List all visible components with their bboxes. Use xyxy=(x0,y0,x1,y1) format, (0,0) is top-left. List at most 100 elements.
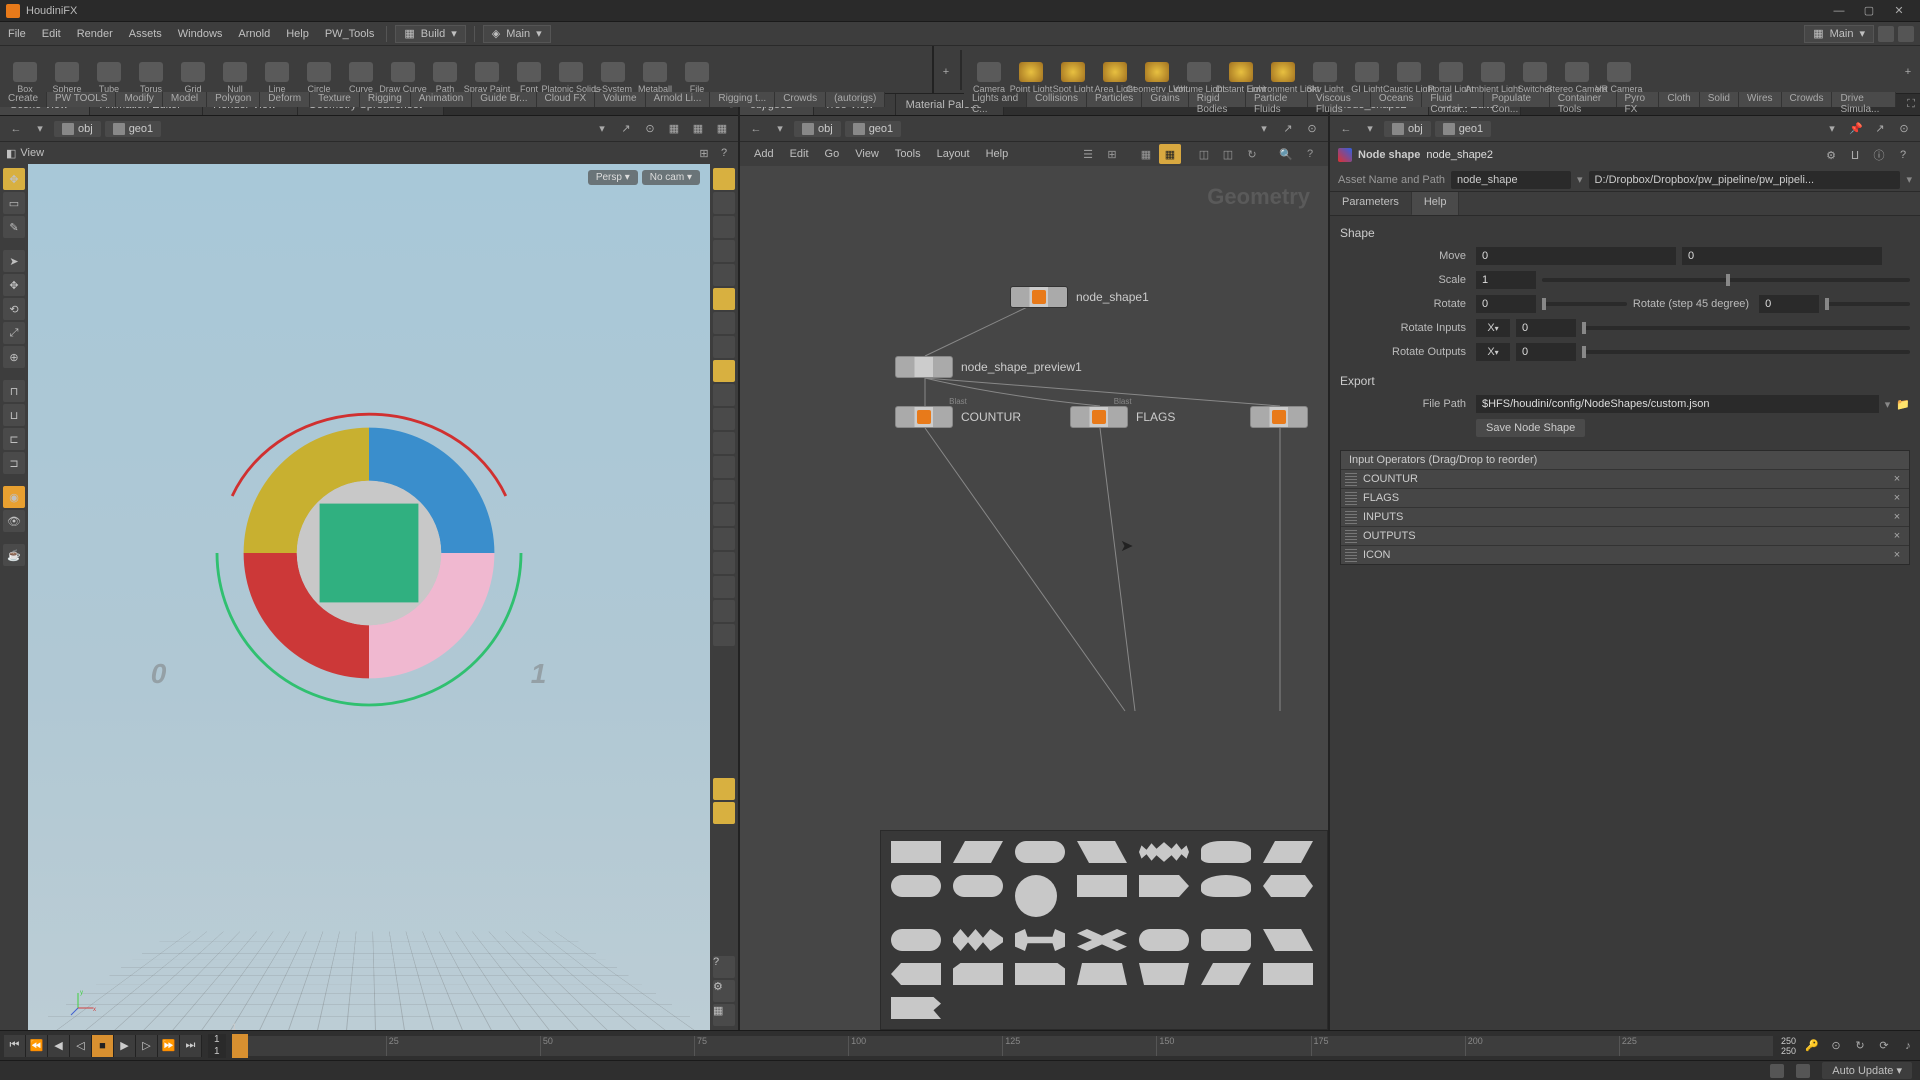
shelf-tool-volumelight[interactable]: Volume Light xyxy=(1178,60,1220,96)
parm-rotin-slider[interactable] xyxy=(1582,326,1910,330)
net-btn-misc2[interactable]: ◫ xyxy=(1217,144,1239,164)
net-menu-go[interactable]: Go xyxy=(817,142,848,166)
tool-snap-c[interactable]: ⊏ xyxy=(3,428,25,450)
drag-handle-icon[interactable] xyxy=(1345,510,1357,524)
save-node-shape-button[interactable]: Save Node Shape xyxy=(1476,419,1585,437)
close-button[interactable]: ✕ xyxy=(1884,1,1914,21)
input-op-remove[interactable]: × xyxy=(1889,549,1905,561)
net-menu-add[interactable]: Add xyxy=(746,142,782,166)
net-back-button[interactable]: ← xyxy=(746,119,766,139)
scene-path-geo[interactable]: geo1 xyxy=(105,121,161,137)
menu-windows[interactable]: Windows xyxy=(170,22,231,45)
net-btn-misc1[interactable]: ◫ xyxy=(1193,144,1215,164)
tool-lasso[interactable]: ▭ xyxy=(3,192,25,214)
timeline-scope-button[interactable]: ⊙ xyxy=(1826,1036,1846,1056)
parm-gear-icon[interactable]: ⚙ xyxy=(1822,146,1840,164)
parm-filepath-field[interactable]: $HFS/houdini/config/NodeShapes/custom.js… xyxy=(1476,395,1879,413)
tool-snap-b[interactable]: ⊔ xyxy=(3,404,25,426)
disp-btn-v[interactable] xyxy=(713,802,735,824)
menu-help[interactable]: Help xyxy=(278,22,317,45)
parm-rotate-field[interactable]: 0 xyxy=(1476,295,1536,313)
disp-btn-c[interactable] xyxy=(713,216,735,238)
net-btn-misc3[interactable]: ↻ xyxy=(1241,144,1263,164)
disp-btn-u[interactable] xyxy=(713,778,735,800)
timeline-audio-button[interactable]: ♪ xyxy=(1898,1036,1918,1056)
minimize-button[interactable]: — xyxy=(1824,1,1854,21)
parm-rotout-field[interactable]: 0 xyxy=(1516,343,1576,361)
scene-pathbar-btn-e[interactable]: ▦ xyxy=(688,119,708,139)
input-op-remove[interactable]: × xyxy=(1889,492,1905,504)
shape-tab1[interactable] xyxy=(953,963,1003,985)
shape-trap2[interactable] xyxy=(1139,963,1189,985)
timeline-end-2[interactable]: 250 xyxy=(1781,1046,1796,1056)
shelf-tab[interactable]: Crowds xyxy=(775,92,826,107)
shelf-tool-geolight[interactable]: Geometry Light xyxy=(1136,60,1178,96)
menu-render[interactable]: Render xyxy=(69,22,121,45)
net-menu-view[interactable]: View xyxy=(847,142,887,166)
shape-pill[interactable] xyxy=(1015,841,1065,863)
shelf-tab[interactable]: Grains xyxy=(1142,92,1188,107)
disp-btn-f[interactable] xyxy=(713,288,735,310)
timeline-frame-field-2[interactable]: 1 xyxy=(208,1046,226,1058)
timeline-cursor[interactable]: 1 xyxy=(232,1034,248,1058)
shelf-tool-tube[interactable]: Tube xyxy=(88,60,130,96)
net-menu-edit[interactable]: Edit xyxy=(782,142,817,166)
shape-rounded[interactable] xyxy=(1201,929,1251,951)
desktop-far-right-dropdown[interactable]: ▦ Main ▾ xyxy=(1804,25,1874,43)
shelf-tab[interactable]: (autorigs) xyxy=(826,92,885,107)
shelf-tab[interactable]: Volume xyxy=(595,92,645,107)
shelf-add-right[interactable]: + xyxy=(1900,64,1916,80)
timeline-prevframe-button[interactable]: ◀ xyxy=(48,1035,70,1057)
timeline-frame-field-1[interactable]: 1 xyxy=(208,1034,226,1046)
parm-filepath-browse[interactable]: 📁 xyxy=(1896,398,1910,411)
input-op-row[interactable]: FLAGS× xyxy=(1341,488,1909,507)
parm-pathbar-btn-d[interactable]: ⊙ xyxy=(1894,119,1914,139)
shelf-tab[interactable]: Polygon xyxy=(207,92,260,107)
parm-scale-field[interactable]: 1 xyxy=(1476,271,1536,289)
tool-snap-d[interactable]: ⊐ xyxy=(3,452,25,474)
disp-btn-help[interactable]: ? xyxy=(713,956,735,978)
shelf-tool-line[interactable]: Line xyxy=(256,60,298,96)
disp-btn-n[interactable] xyxy=(713,480,735,502)
parm-rotin-field[interactable]: 0 xyxy=(1516,319,1576,337)
net-path-obj[interactable]: obj xyxy=(794,121,841,137)
shelf-tab[interactable]: Rigid Bodies xyxy=(1189,92,1246,107)
parm-tab-parameters[interactable]: Parameters xyxy=(1330,192,1412,215)
net-menu-help[interactable]: Help xyxy=(978,142,1017,166)
shelf-add-left[interactable]: + xyxy=(938,64,954,80)
shape-slant-r2[interactable] xyxy=(1263,929,1313,951)
viewport-menu-icon[interactable]: ◧ xyxy=(6,147,16,160)
desktop-left-dropdown[interactable]: ▦ Build ▾ xyxy=(395,25,465,43)
timeline-end-1[interactable]: 250 xyxy=(1781,1036,1796,1046)
shape-pill3[interactable] xyxy=(953,875,1003,897)
shape-tab2[interactable] xyxy=(1015,963,1065,985)
shelf-tab[interactable]: Create xyxy=(0,92,47,107)
shape-pill4[interactable] xyxy=(891,929,941,951)
tool-snap-a[interactable]: ⊓ xyxy=(3,380,25,402)
shelf-tab[interactable]: Cloth xyxy=(1659,92,1699,107)
shelf-tool-grid[interactable]: Grid xyxy=(172,60,214,96)
net-pathbar-btn-b[interactable]: ↗ xyxy=(1278,119,1298,139)
scene-back-button[interactable]: ← xyxy=(6,119,26,139)
shelf-tool-curve[interactable]: Curve xyxy=(340,60,382,96)
shelf-tool-drawcurve[interactable]: Draw Curve xyxy=(382,60,424,96)
parm-filepath-menu[interactable]: ▾ xyxy=(1885,398,1891,411)
viewport-3d[interactable]: Persp ▾ No cam ▾ 0 xyxy=(28,164,710,1030)
tool-construction[interactable]: ◉ xyxy=(3,486,25,508)
disp-btn-m[interactable] xyxy=(713,456,735,478)
scene-fwd-button[interactable]: ▾ xyxy=(30,119,50,139)
tool-render[interactable]: ☕ xyxy=(3,544,25,566)
drag-handle-icon[interactable] xyxy=(1345,548,1357,562)
input-op-remove[interactable]: × xyxy=(1889,473,1905,485)
parm-back-button[interactable]: ← xyxy=(1336,119,1356,139)
scene-pathbar-btn-a[interactable]: ▾ xyxy=(592,119,612,139)
scene-pathbar-btn-f[interactable]: ▦ xyxy=(712,119,732,139)
shelf-tool-path[interactable]: Path xyxy=(424,60,466,96)
input-op-row[interactable]: INPUTS× xyxy=(1341,507,1909,526)
timeline-last-button[interactable]: ⏭ xyxy=(180,1035,202,1057)
parm-info-icon[interactable]: ⓘ xyxy=(1870,146,1888,164)
shelf-tab[interactable]: Drive Simula... xyxy=(1832,92,1896,107)
disp-btn-s[interactable] xyxy=(713,600,735,622)
shelf-tool-null[interactable]: Null xyxy=(214,60,256,96)
net-fwd-button[interactable]: ▾ xyxy=(770,119,790,139)
